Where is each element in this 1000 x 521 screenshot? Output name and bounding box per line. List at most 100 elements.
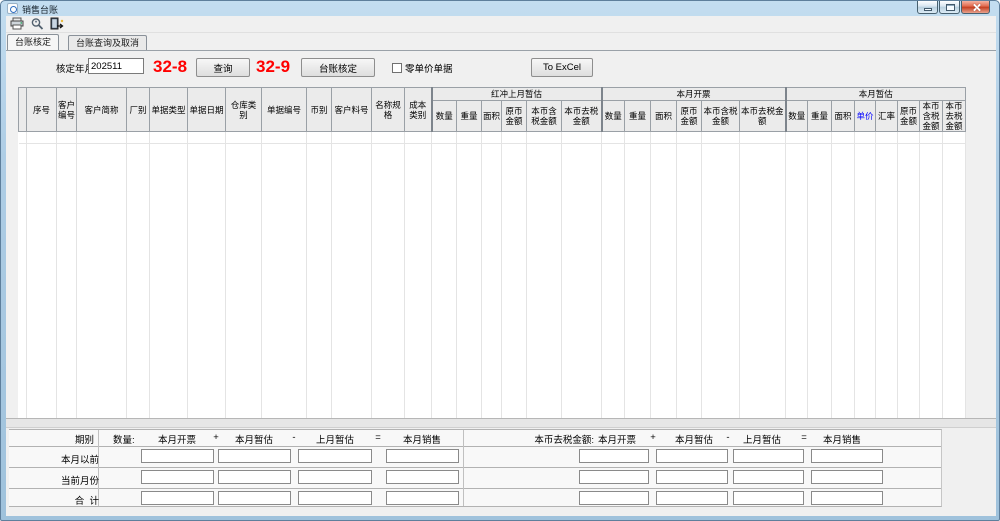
column-header-local-tax-excl[interactable]: 本币去税金额 — [562, 101, 602, 132]
summary-input[interactable] — [656, 449, 728, 463]
summary-row-label: 当前月份 — [9, 473, 99, 487]
column-header-cost-type[interactable]: 成本类别 — [405, 88, 432, 132]
summary-input[interactable] — [579, 491, 649, 505]
formula-invoiced-label: 本月开票 — [137, 432, 217, 446]
summary-input[interactable] — [733, 470, 804, 484]
summary-input[interactable] — [811, 449, 883, 463]
minimize-button[interactable] — [917, 1, 938, 14]
grid-body-area — [19, 144, 966, 427]
column-header-local-tax-incl[interactable]: 本币含税金额 — [702, 101, 740, 132]
column-header-orig-amount[interactable]: 原币金额 — [677, 101, 702, 132]
window-title: 销售台账 — [22, 3, 58, 16]
exit-icon[interactable] — [49, 17, 65, 32]
summary-input[interactable] — [386, 491, 459, 505]
minimize-icon — [924, 8, 932, 11]
column-header-unit-price[interactable]: 单价 — [855, 101, 876, 132]
summary-input[interactable] — [386, 470, 459, 484]
app-window: 销售台账 — [0, 0, 1000, 521]
summary-input[interactable] — [579, 449, 649, 463]
query-button[interactable]: 查询 — [196, 58, 250, 77]
summary-input[interactable] — [733, 491, 804, 505]
column-header-orig-amount[interactable]: 原币金额 — [898, 101, 920, 132]
tab-page-border — [6, 50, 996, 51]
column-header-area[interactable]: 面积 — [482, 101, 502, 132]
formula-sales-label: 本月销售 — [802, 432, 882, 446]
close-icon — [972, 3, 981, 12]
zero-price-checkbox-label: 零单价单据 — [405, 61, 453, 75]
column-header-warehouse-type[interactable]: 仓库类别 — [226, 88, 262, 132]
summary-input[interactable] — [298, 470, 372, 484]
summary-input[interactable] — [218, 491, 291, 505]
summary-input[interactable] — [733, 449, 804, 463]
close-button[interactable] — [961, 1, 990, 14]
column-header-weight[interactable]: 重量 — [625, 101, 651, 132]
column-header-orig-amount[interactable]: 原币金额 — [502, 101, 527, 132]
column-header-local-tax-excl[interactable]: 本币去税金额 — [943, 101, 966, 132]
maximize-button[interactable] — [939, 1, 960, 14]
print-icon[interactable] — [10, 17, 26, 32]
column-header-weight[interactable]: 重量 — [457, 101, 482, 132]
group-header-this-month-estimated: 本月暂估 — [786, 88, 966, 101]
column-header-local-tax-incl[interactable]: 本币含税金额 — [920, 101, 943, 132]
summary-divider — [9, 488, 941, 489]
group-header-red-flush-last-month: 红冲上月暂估 — [432, 88, 602, 101]
app-icon — [7, 3, 18, 14]
column-header-area[interactable]: 面积 — [651, 101, 677, 132]
summary-input[interactable] — [298, 449, 372, 463]
ledger-verify-button[interactable]: 台账核定 — [301, 58, 375, 77]
summary-input[interactable] — [218, 470, 291, 484]
column-header-exchange-rate[interactable]: 汇率 — [876, 101, 898, 132]
checkbox-icon — [392, 63, 402, 73]
column-header-doc-type[interactable]: 单据类型 — [150, 88, 188, 132]
column-header-currency[interactable]: 币别 — [307, 88, 332, 132]
summary-section-divider — [463, 430, 464, 506]
column-header-weight[interactable]: 重量 — [808, 101, 832, 132]
summary-input[interactable] — [656, 491, 728, 505]
ledger-grid[interactable]: 序号 客户编号 客户简称 厂别 单据类型 单据日期 仓库类别 单据编号 币别 客… — [18, 87, 966, 427]
column-header-qty[interactable]: 数量 — [786, 101, 808, 132]
to-excel-button[interactable]: To ExCel — [531, 58, 593, 77]
maximize-icon — [946, 4, 955, 11]
group-header-this-month-invoiced: 本月开票 — [602, 88, 786, 101]
summary-divider — [9, 467, 941, 468]
summary-input[interactable] — [386, 449, 459, 463]
column-header-name-spec[interactable]: 名称规格 — [372, 88, 405, 132]
column-header-seq[interactable]: 序号 — [27, 88, 57, 132]
summary-input[interactable] — [811, 470, 883, 484]
summary-input[interactable] — [656, 470, 728, 484]
tab-ledger-query-cancel[interactable]: 台账查询及取消 — [68, 35, 147, 50]
column-header-local-tax-incl[interactable]: 本币含税金额 — [527, 101, 562, 132]
column-header-local-tax-excl[interactable]: 本币去税金额 — [740, 101, 786, 132]
column-header-doc-no[interactable]: 单据编号 — [262, 88, 307, 132]
annotation-32-9: 32-9 — [256, 57, 290, 77]
column-header-customer-no[interactable]: 客户编号 — [57, 88, 77, 132]
formula-sales-label: 本月销售 — [382, 432, 462, 446]
column-header-factory[interactable]: 厂别 — [127, 88, 150, 132]
summary-input[interactable] — [811, 491, 883, 505]
summary-input[interactable] — [141, 449, 214, 463]
qty-section-label: 数量: — [113, 432, 135, 446]
column-header-qty[interactable]: 数量 — [432, 101, 457, 132]
summary-input[interactable] — [141, 470, 214, 484]
summary-input[interactable] — [579, 470, 649, 484]
summary-input[interactable] — [141, 491, 214, 505]
summary-row-label: 合 计 — [9, 493, 99, 507]
tab-bar: 台账核定 台账查询及取消 — [6, 34, 996, 50]
column-header-customer-name[interactable]: 客户简称 — [77, 88, 127, 132]
row-indicator-header — [19, 88, 27, 132]
year-month-input[interactable] — [88, 58, 144, 74]
summary-input[interactable] — [298, 491, 372, 505]
summary-row-label: 本月以前 — [9, 452, 99, 466]
grid-horizontal-scrollbar-area[interactable] — [6, 418, 996, 428]
tab-ledger-verify[interactable]: 台账核定 — [7, 34, 59, 50]
formula-estimated-label: 本月暂估 — [214, 432, 294, 446]
column-header-qty[interactable]: 数量 — [602, 101, 625, 132]
zero-price-checkbox[interactable]: 零单价单据 — [392, 61, 453, 75]
column-header-area[interactable]: 面积 — [832, 101, 855, 132]
column-header-doc-date[interactable]: 单据日期 — [188, 88, 226, 132]
toolbar — [6, 16, 996, 33]
find-icon[interactable] — [30, 17, 46, 32]
summary-input[interactable] — [218, 449, 291, 463]
column-header-customer-part-no[interactable]: 客户料号 — [332, 88, 372, 132]
window-content: 台账核定 台账查询及取消 核定年月 32-8 查询 32-9 台账核定 零单价单… — [6, 16, 996, 516]
